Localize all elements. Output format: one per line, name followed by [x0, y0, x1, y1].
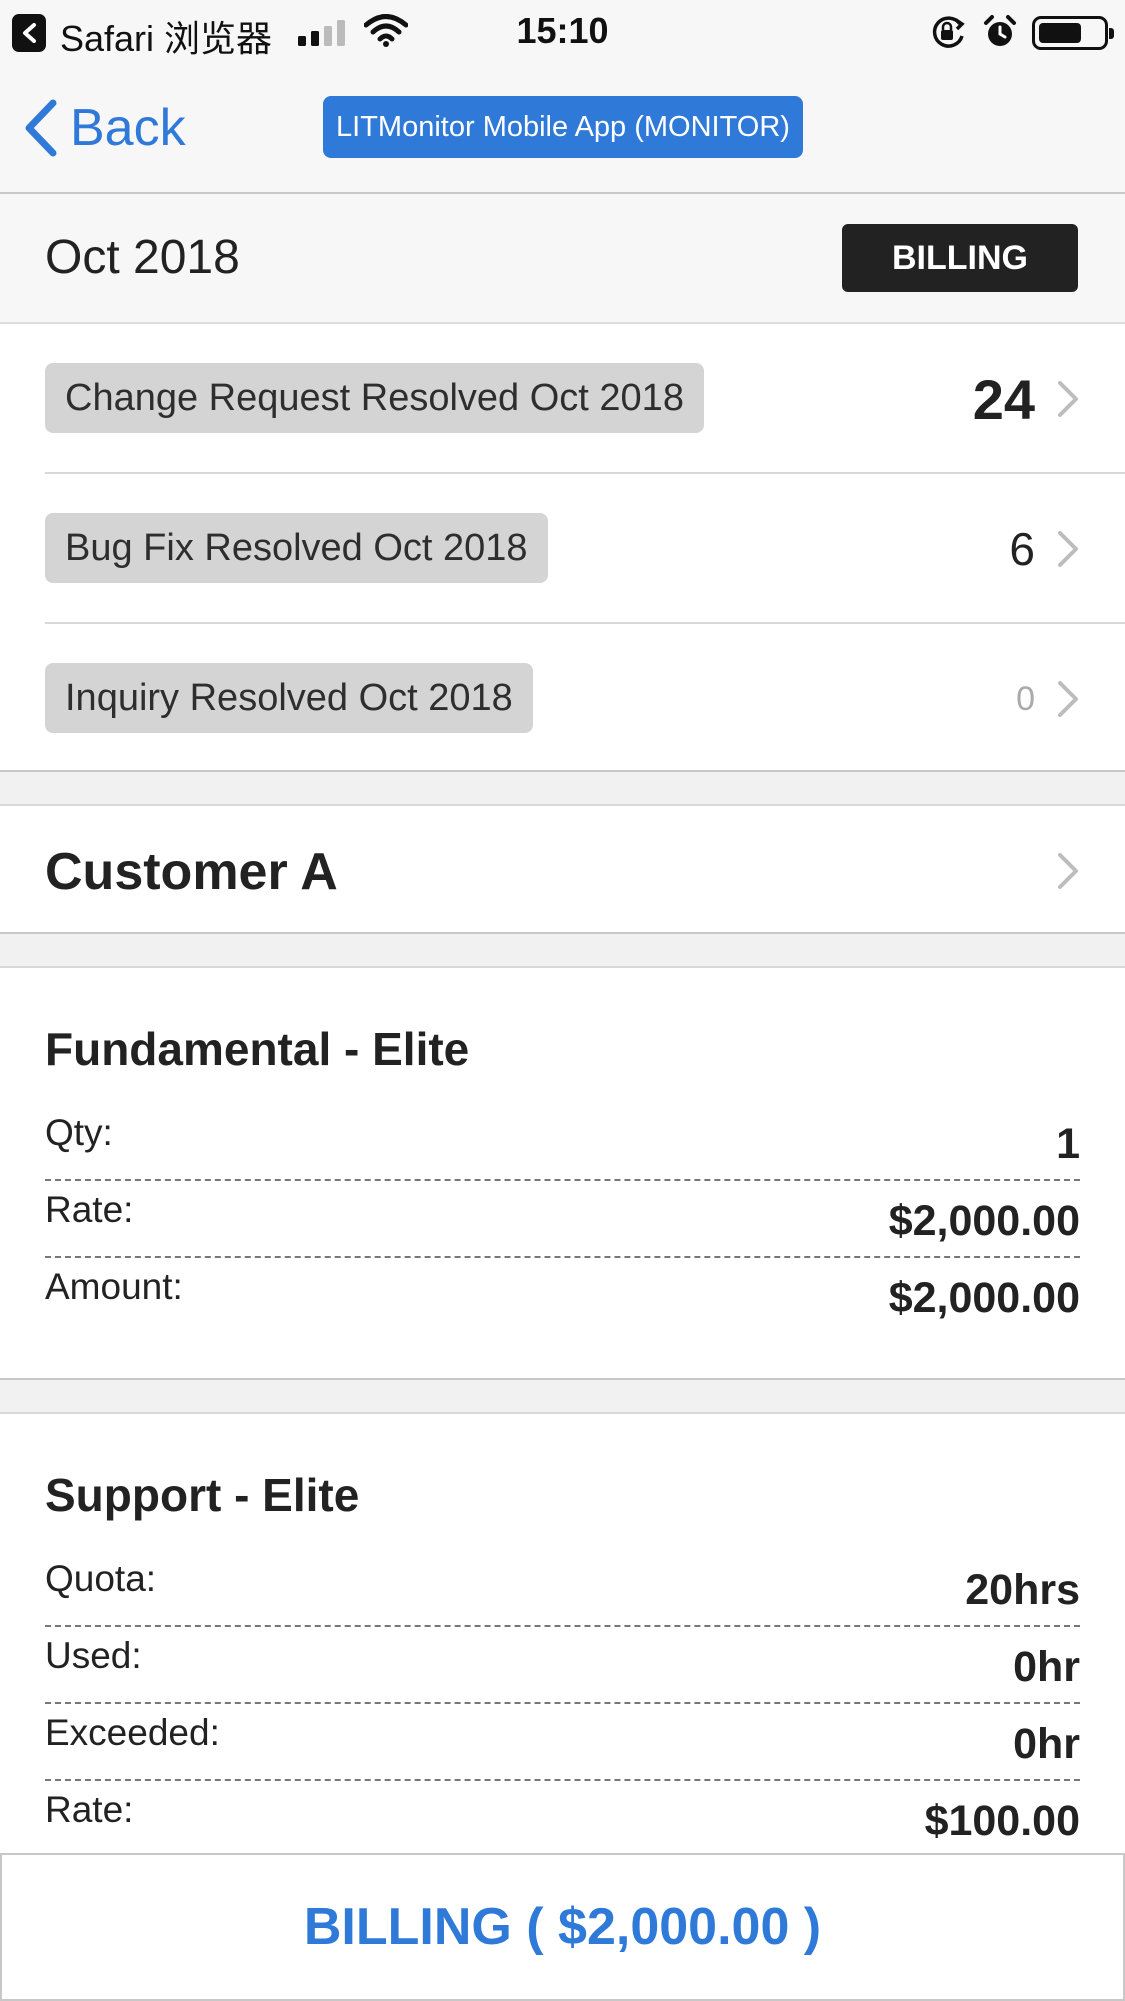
used-row: Used: 0hr	[45, 1627, 1080, 1704]
list-item-count: 6	[1009, 523, 1035, 575]
billing-total-button[interactable]: BILLING ( $2,000.00 )	[0, 1853, 1125, 2001]
exceeded-value: 0hr	[1013, 1720, 1080, 1768]
amount-row: Amount: $2,000.00	[45, 1258, 1080, 1335]
navigation-bar: Back LITMonitor Mobile App (MONITOR)	[0, 62, 1125, 194]
app-title-badge[interactable]: LITMonitor Mobile App (MONITOR)	[323, 96, 803, 158]
section-gap	[0, 1380, 1125, 1412]
status-bar: Safari 浏览器 15:10	[0, 0, 1125, 62]
card-title: Fundamental - Elite	[45, 1023, 470, 1075]
fundamental-card: Fundamental - Elite Qty: 1 Rate: $2,000.…	[0, 966, 1125, 1380]
qty-label: Qty:	[45, 1112, 113, 1153]
chevron-right-icon	[1058, 681, 1078, 717]
support-card: Support - Elite Quota: 20hrs Used: 0hr E…	[0, 1412, 1125, 1858]
period-label: Oct 2018	[45, 231, 240, 284]
quota-row: Quota: 20hrs	[45, 1550, 1080, 1627]
used-label: Used:	[45, 1635, 142, 1676]
list-item-label: Change Request Resolved Oct 2018	[45, 363, 704, 433]
billing-badge[interactable]: BILLING	[842, 224, 1078, 292]
amount-value: $2,000.00	[888, 1274, 1080, 1322]
card-title: Support - Elite	[45, 1469, 360, 1521]
alarm-icon	[984, 15, 1016, 46]
chevron-right-icon	[1058, 853, 1078, 889]
customer-name: Customer A	[45, 843, 338, 901]
list-item-count: 24	[972, 367, 1035, 431]
used-value: 0hr	[1013, 1643, 1080, 1691]
rate-label: Rate:	[45, 1189, 134, 1230]
billing-total-label: BILLING ( $2,000.00 )	[303, 1898, 822, 1956]
section-gap	[0, 934, 1125, 966]
back-button[interactable]: Back	[24, 96, 186, 160]
list-item-label: Bug Fix Resolved Oct 2018	[45, 513, 548, 583]
support-rate-value: $100.00	[924, 1797, 1080, 1845]
customer-row[interactable]: Customer A	[0, 804, 1125, 934]
list-item-bug-fix[interactable]: Bug Fix Resolved Oct 2018 6	[0, 474, 1125, 624]
amount-label: Amount:	[45, 1266, 183, 1307]
list-item-inquiry[interactable]: Inquiry Resolved Oct 2018 0	[0, 624, 1125, 774]
quota-label: Quota:	[45, 1558, 157, 1599]
support-rate-label: Rate:	[45, 1789, 134, 1830]
qty-value: 1	[1056, 1120, 1080, 1168]
chevron-right-icon	[1058, 531, 1078, 567]
resolved-list: Change Request Resolved Oct 2018 24 Bug …	[0, 324, 1125, 772]
exceeded-row: Exceeded: 0hr	[45, 1704, 1080, 1781]
rate-row: Rate: $2,000.00	[45, 1181, 1080, 1258]
orientation-lock-icon	[932, 16, 965, 48]
support-rate-row: Rate: $100.00	[45, 1781, 1080, 1858]
chevron-left-icon	[25, 99, 57, 157]
list-item-change-request[interactable]: Change Request Resolved Oct 2018 24	[0, 324, 1125, 474]
period-header: Oct 2018 BILLING	[0, 194, 1125, 324]
exceeded-label: Exceeded:	[45, 1712, 220, 1753]
chevron-right-icon	[1058, 381, 1078, 417]
battery-icon	[1032, 16, 1114, 50]
list-item-count: 0	[1016, 679, 1035, 718]
list-item-label: Inquiry Resolved Oct 2018	[45, 663, 533, 733]
rate-value: $2,000.00	[888, 1197, 1080, 1245]
qty-row: Qty: 1	[45, 1104, 1080, 1181]
quota-value: 20hrs	[965, 1566, 1080, 1614]
section-gap	[0, 772, 1125, 804]
back-label: Back	[70, 99, 186, 157]
